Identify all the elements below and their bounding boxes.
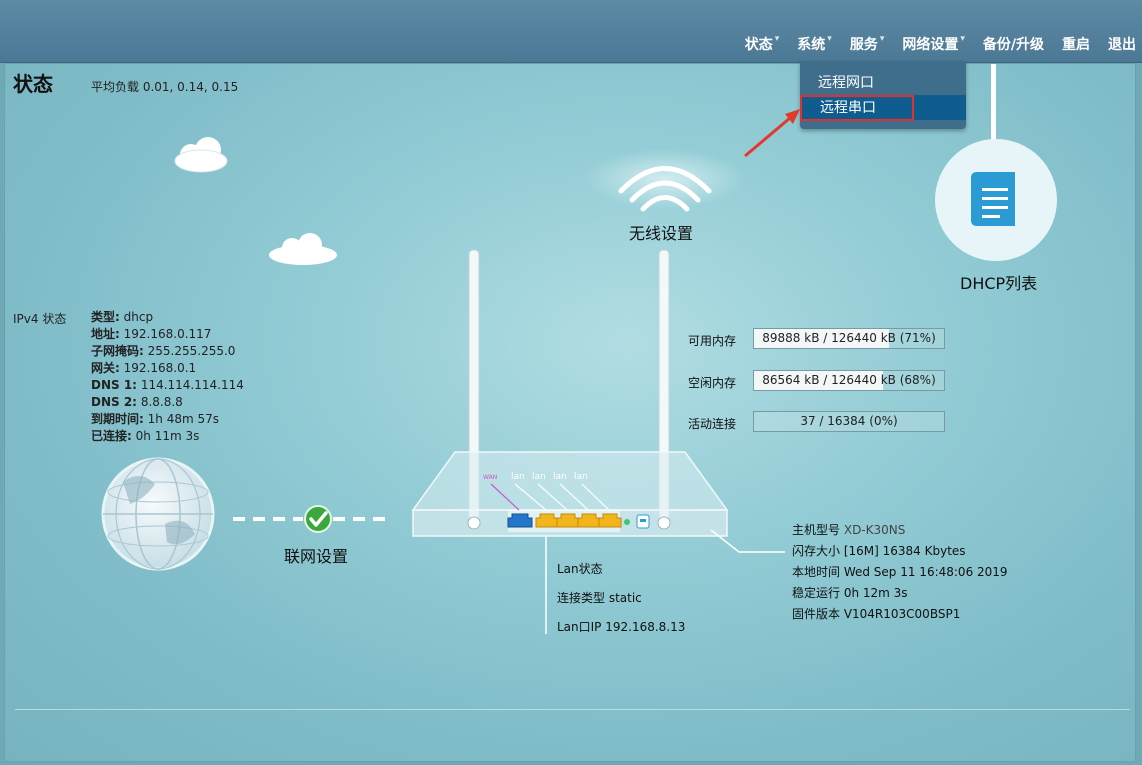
- lan-port-label: lan: [553, 472, 567, 482]
- device-info: 主机型号 XD-K30NS 闪存大小 [16M] 16384 Kbytes 本地…: [792, 520, 1008, 625]
- dhcp-list-link[interactable]: DHCP列表: [960, 270, 1037, 294]
- available-memory-label: 可用内存: [688, 334, 737, 348]
- lan-status: Lan状态: [557, 562, 603, 576]
- nav-reboot[interactable]: 重启: [1062, 34, 1090, 54]
- document-icon[interactable]: [935, 139, 1057, 261]
- divider: [15, 709, 1130, 710]
- lan-port-label: lan: [532, 472, 546, 482]
- ipv4-row: 到期时间: 1h 48m 57s: [91, 412, 219, 426]
- status-panel: 状态 平均负载 0.01, 0.14, 0.15 WAN lan lan lan…: [4, 63, 1136, 762]
- network-setup-link[interactable]: 联网设置: [284, 543, 348, 567]
- lan-ip: Lan口IP 192.168.8.13: [557, 620, 686, 634]
- ipv4-info: 类型: dhcp 地址: 192.168.0.117 子网掩码: 255.255…: [91, 309, 244, 445]
- main-menu: 状态 ▾ 系统 ▾ 服务 ▾ 网络设置 ▾ 备份/升级 重启 退出: [727, 34, 1136, 54]
- ipv4-status-label: IPv4 状态: [13, 312, 67, 326]
- nav-services[interactable]: 服务 ▾: [850, 34, 885, 54]
- nav-logout[interactable]: 退出: [1108, 34, 1136, 54]
- cloud-icon: [269, 233, 337, 265]
- available-memory-bar: 89888 kB / 126440 kB (71%): [753, 328, 945, 349]
- active-connections-bar: 37 / 16384 (0%): [753, 411, 945, 432]
- cloud-icon: [174, 137, 228, 173]
- ipv4-row: 地址: 192.168.0.117: [91, 327, 212, 341]
- dhcp-connector: [991, 64, 996, 140]
- services-dropdown-menu: 远程网口 远程串口: [800, 61, 966, 129]
- device-uptime: 稳定运行 0h 12m 3s: [792, 586, 908, 600]
- ipv4-row: DNS 1: 114.114.114.114: [91, 378, 244, 392]
- active-connections-label: 活动连接: [688, 417, 737, 431]
- ipv4-row: 已连接: 0h 11m 3s: [91, 429, 200, 443]
- ipv4-row: 网关: 192.168.0.1: [91, 361, 197, 375]
- ipv4-row: 子网掩码: 255.255.255.0: [91, 344, 236, 358]
- wan-port-label: WAN: [483, 474, 497, 481]
- nav-system[interactable]: 系统 ▾: [797, 34, 832, 54]
- device-model: 主机型号 XD-K30NS: [792, 523, 906, 537]
- router-icon[interactable]: [411, 249, 729, 537]
- free-memory-label: 空闲内存: [688, 376, 737, 390]
- lan-port-label: lan: [511, 472, 525, 482]
- ipv4-row: DNS 2: 8.8.8.8: [91, 395, 183, 409]
- ipv4-row: 类型: dhcp: [91, 310, 154, 324]
- free-memory-bar: 86564 kB / 126440 kB (68%): [753, 370, 945, 391]
- device-local-time: 本地时间 Wed Sep 11 16:48:06 2019: [792, 565, 1008, 579]
- menu-item-remote-serial-port[interactable]: 远程串口: [800, 95, 914, 121]
- top-navigation-bar: 状态 ▾ 系统 ▾ 服务 ▾ 网络设置 ▾ 备份/升级 重启 退出: [0, 0, 1142, 63]
- globe-icon: [101, 457, 215, 571]
- device-firmware: 固件版本 V104R103C00BSP1: [792, 607, 961, 621]
- nav-status[interactable]: 状态 ▾: [745, 34, 780, 54]
- check-icon: [304, 505, 332, 533]
- arrow-icon: [744, 109, 800, 158]
- wireless-setup-link[interactable]: 无线设置: [629, 220, 693, 244]
- nav-backup-upgrade[interactable]: 备份/升级: [983, 34, 1044, 54]
- menu-item-remote-network-port[interactable]: 远程网口: [800, 71, 964, 95]
- lan-connection-type: 连接类型 static: [557, 591, 642, 605]
- lan-port-label: lan: [574, 472, 588, 482]
- nav-network-settings[interactable]: 网络设置 ▾: [902, 34, 965, 54]
- device-flash: 闪存大小 [16M] 16384 Kbytes: [792, 544, 966, 558]
